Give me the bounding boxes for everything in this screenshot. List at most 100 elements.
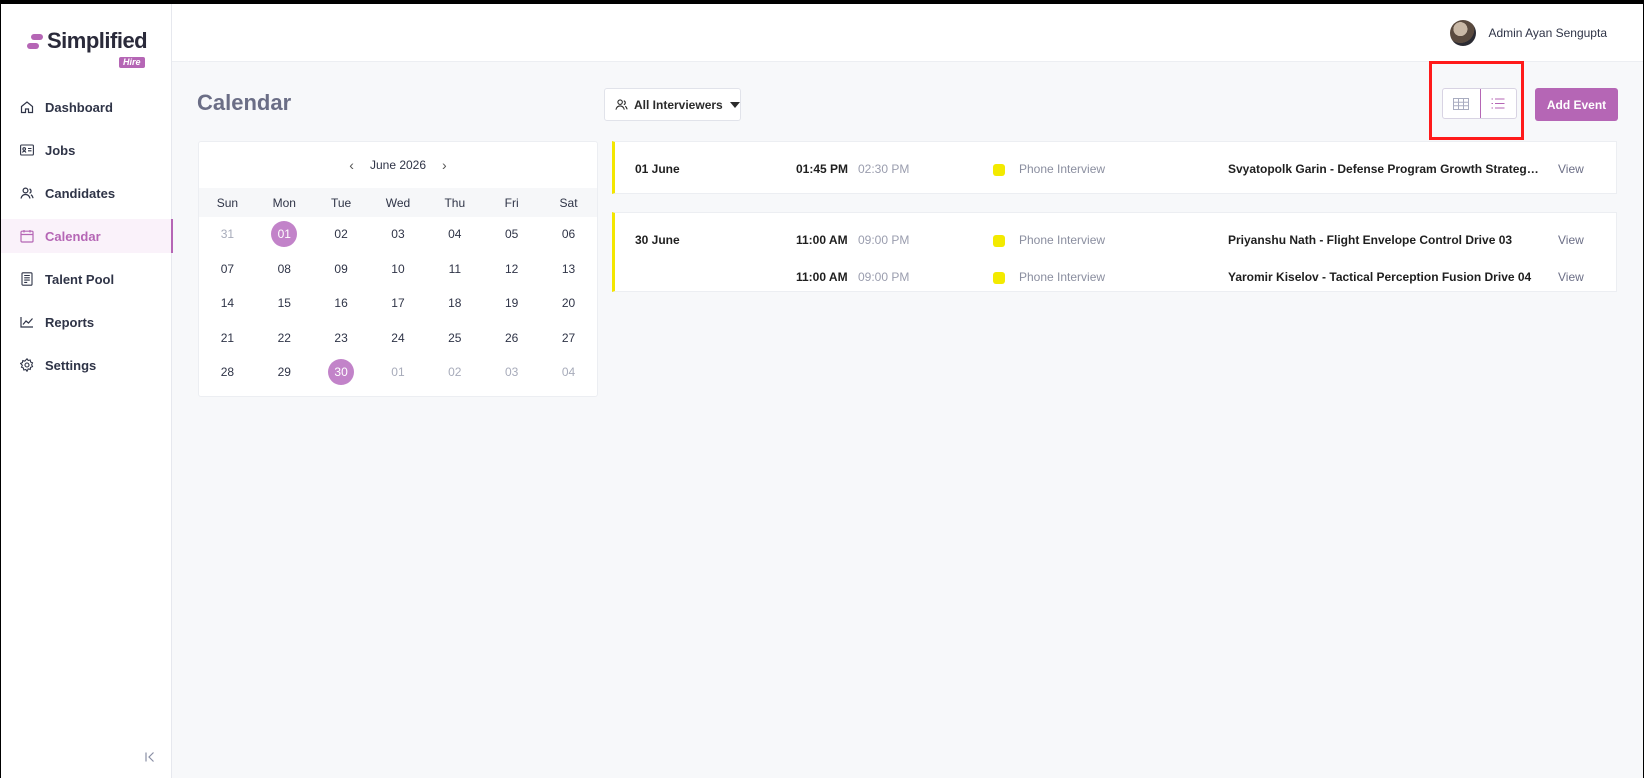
weekday-header: Tue: [312, 188, 370, 217]
chart-line-icon: [19, 314, 35, 330]
calendar-week-row: 21 22 23 24 25 26 27: [199, 321, 597, 356]
view-link[interactable]: View: [1558, 233, 1584, 247]
document-icon: [19, 271, 35, 287]
calendar-day[interactable]: 26: [483, 321, 540, 356]
sidebar-item-settings[interactable]: Settings: [1, 348, 172, 382]
calendar-day[interactable]: 27: [540, 321, 597, 356]
calendar-day[interactable]: 22: [256, 321, 313, 356]
calendar-day[interactable]: 23: [313, 321, 370, 356]
calendar-day[interactable]: 28: [199, 355, 256, 390]
sidebar-item-reports[interactable]: Reports: [1, 305, 172, 339]
event-start-time: 01:45 PM: [796, 162, 849, 176]
event-type: Phone Interview: [1019, 233, 1106, 247]
mini-calendar-header: ‹ June 2026 ›: [199, 142, 597, 188]
calendar-day[interactable]: 18: [426, 286, 483, 321]
event-title[interactable]: Svyatopolk Garin - Defense Program Growt…: [1228, 162, 1541, 176]
calendar-week-row: 28 29 30 01 02 03 04: [199, 355, 597, 390]
chevron-left-icon[interactable]: ‹: [333, 157, 370, 173]
avatar[interactable]: [1450, 20, 1477, 46]
collapse-left-icon[interactable]: [144, 751, 158, 765]
user-name: Admin Ayan Sengupta: [1488, 26, 1607, 40]
calendar-day[interactable]: 01: [370, 355, 427, 390]
calendar-day[interactable]: 21: [199, 321, 256, 356]
event-type-marker: [993, 235, 1005, 247]
logo-mark-icon: [27, 34, 43, 50]
event-row[interactable]: 01 June 01:45 PM 02:30 PM Phone Interview Sv…: [615, 150, 1616, 187]
calendar-day[interactable]: 30: [313, 355, 370, 390]
weekday-header: Fri: [483, 188, 541, 217]
calendar-day[interactable]: 20: [540, 286, 597, 321]
logo[interactable]: Simplified Hire: [27, 28, 148, 70]
weekday-header: Sun: [199, 188, 256, 217]
calendar-day[interactable]: 02: [313, 217, 370, 252]
event-row[interactable]: 30 June 11:00 AM 09:00 PM Phone Interview Pr…: [615, 221, 1616, 258]
logo-text: Simplified: [47, 28, 148, 53]
sidebar-item-dashboard[interactable]: Dashboard: [1, 90, 172, 124]
user-menu[interactable]: Admin Ayan Sengupta: [1450, 20, 1607, 46]
app-window: Simplified Hire Dashboard Jobs Candidate…: [1, 4, 1643, 778]
month-label: June 2026: [369, 158, 427, 172]
calendar-day[interactable]: 01: [256, 217, 313, 252]
calendar-day[interactable]: 25: [426, 321, 483, 356]
weekday-header: Thu: [426, 188, 484, 217]
event-title[interactable]: Priyanshu Nath - Flight Envelope Control…: [1228, 233, 1541, 247]
calendar-week-row: 31 01 02 03 04 05 06: [199, 217, 597, 252]
calendar-day[interactable]: 08: [256, 252, 313, 287]
calendar-week-row: 07 08 09 10 11 12 13: [199, 252, 597, 287]
grid-view-button[interactable]: [1443, 89, 1480, 118]
calendar-day[interactable]: 10: [370, 252, 427, 287]
sidebar-item-candidates[interactable]: Candidates: [1, 176, 172, 210]
view-toggle: [1442, 88, 1517, 119]
calendar-day[interactable]: 12: [483, 252, 540, 287]
calendar-day[interactable]: 04: [426, 217, 483, 252]
view-link[interactable]: View: [1558, 162, 1584, 176]
weekday-header: Sat: [540, 188, 597, 217]
calendar-day[interactable]: 29: [256, 355, 313, 390]
calendar-day[interactable]: 02: [426, 355, 483, 390]
weekday-header: Wed: [369, 188, 427, 217]
calendar-day[interactable]: 05: [483, 217, 540, 252]
event-type-marker: [993, 272, 1005, 284]
event-start-time: 11:00 AM: [796, 233, 848, 247]
list-view-button[interactable]: [1479, 89, 1517, 118]
event-type: Phone Interview: [1019, 270, 1106, 284]
calendar-day[interactable]: 16: [313, 286, 370, 321]
mini-calendar: ‹ June 2026 › Sun Mon Tue Wed Thu Fri Sat 31 01…: [198, 141, 598, 397]
sidebar-item-label: Candidates: [45, 185, 116, 201]
calendar-day[interactable]: 31: [199, 217, 256, 252]
calendar-day[interactable]: 04: [540, 355, 597, 390]
logo-badge: Hire: [119, 57, 145, 68]
event-title[interactable]: Yaromir Kiselov - Tactical Perception Fu…: [1228, 270, 1541, 284]
sidebar-item-calendar[interactable]: Calendar: [1, 219, 173, 253]
sidebar-item-jobs[interactable]: Jobs: [1, 133, 172, 167]
calendar-day[interactable]: 15: [256, 286, 313, 321]
event-date: 30 June: [635, 233, 680, 247]
calendar-day[interactable]: 19: [483, 286, 540, 321]
calendar-week-row: 14 15 16 17 18 19 20: [199, 286, 597, 321]
event-start-time: 11:00 AM: [796, 270, 848, 284]
interviewer-filter-dropdown[interactable]: All Interviewers: [604, 88, 741, 121]
calendar-day[interactable]: 07: [199, 252, 256, 287]
add-event-button[interactable]: Add Event: [1535, 88, 1618, 121]
sidebar: Simplified Hire Dashboard Jobs Candidate…: [1, 4, 173, 778]
sidebar-item-label: Settings: [45, 357, 97, 373]
chevron-right-icon[interactable]: ›: [426, 157, 463, 173]
calendar-day[interactable]: 24: [370, 321, 427, 356]
weekday-header: Mon: [255, 188, 313, 217]
sidebar-nav: Dashboard Jobs Candidates Calendar Talen…: [1, 90, 173, 391]
calendar-day[interactable]: 14: [199, 286, 256, 321]
calendar-day[interactable]: 17: [370, 286, 427, 321]
calendar-day[interactable]: 03: [483, 355, 540, 390]
calendar-day[interactable]: 03: [370, 217, 427, 252]
event-type-marker: [993, 164, 1005, 176]
calendar-day[interactable]: 09: [313, 252, 370, 287]
calendar-day[interactable]: 13: [540, 252, 597, 287]
event-row[interactable]: 11:00 AM 09:00 PM Phone Interview Yaromir K…: [615, 258, 1616, 295]
calendar-day[interactable]: 06: [540, 217, 597, 252]
event-date: 01 June: [635, 162, 680, 176]
id-card-icon: [19, 142, 35, 158]
view-link[interactable]: View: [1558, 270, 1584, 284]
sidebar-item-talent-pool[interactable]: Talent Pool: [1, 262, 172, 296]
calendar-day[interactable]: 11: [426, 252, 483, 287]
event-end-time: 02:30 PM: [858, 162, 910, 176]
